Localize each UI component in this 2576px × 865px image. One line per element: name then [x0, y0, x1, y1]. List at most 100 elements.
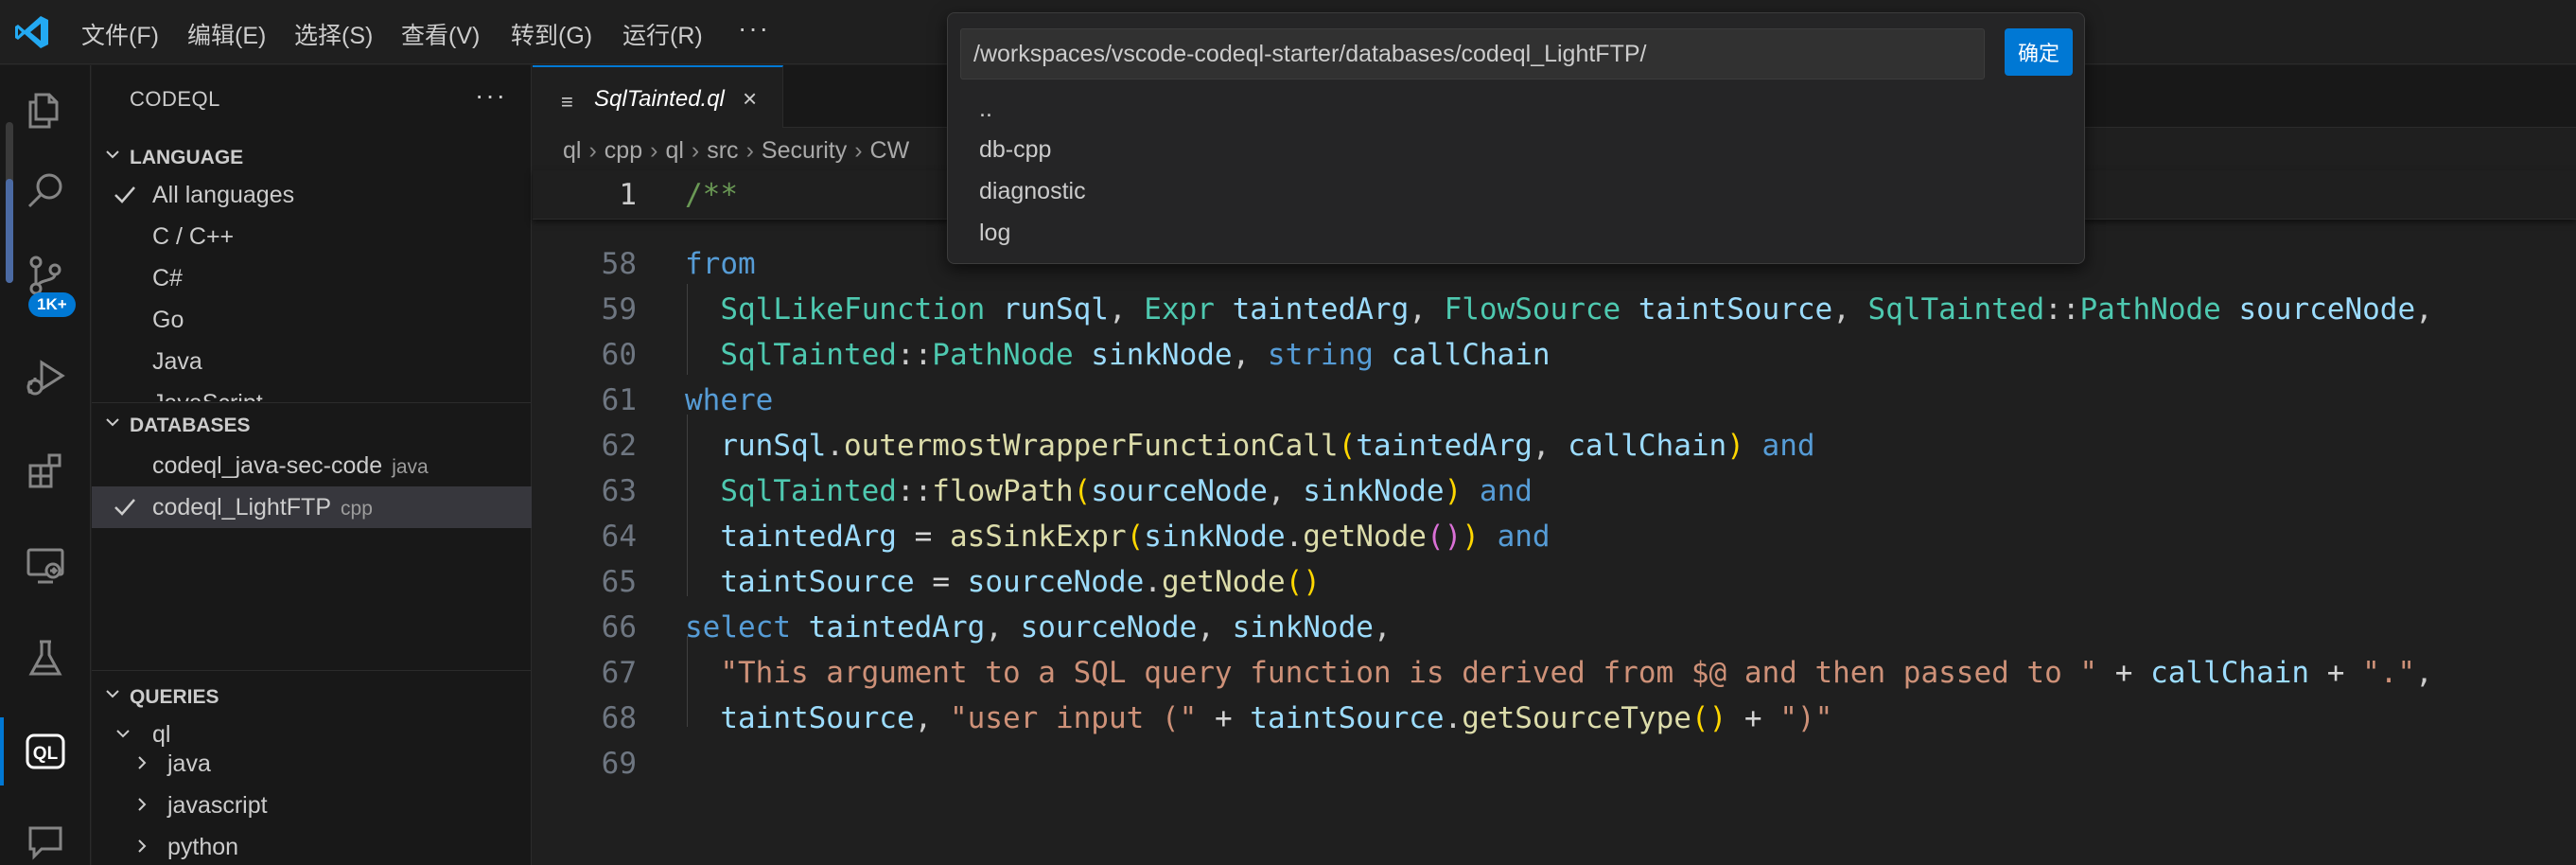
breadcrumb-item[interactable]: cpp: [605, 137, 642, 164]
query-folder-python[interactable]: python: [92, 826, 532, 865]
breadcrumb: ql › cpp › ql › src › Security › CW: [563, 137, 909, 165]
chevron-right-icon: [138, 798, 147, 811]
testing-icon[interactable]: [0, 621, 91, 697]
extensions-icon[interactable]: [0, 433, 91, 509]
menu-file[interactable]: 文件(F): [81, 17, 159, 51]
menu-view[interactable]: 查看(V): [401, 17, 480, 51]
vscode-logo-icon[interactable]: [13, 13, 51, 51]
language-item-label: Go: [152, 307, 184, 333]
search-icon[interactable]: [0, 152, 91, 228]
language-item-label: C / C++: [152, 223, 235, 250]
code-editor[interactable]: 1 /** 58 from 59 SqlLikeFunction runSql,…: [533, 170, 2576, 865]
line-number: 58: [601, 247, 637, 281]
breadcrumb-item[interactable]: Security: [762, 137, 847, 164]
svg-text:QL: QL: [33, 744, 59, 764]
line-number: 60: [601, 338, 637, 372]
line-number: 1: [619, 178, 637, 212]
menu-edit[interactable]: 编辑(E): [187, 17, 266, 51]
check-icon: [114, 186, 135, 203]
language-item-label: Java: [152, 348, 202, 375]
line-number: 65: [601, 565, 637, 599]
database-item-lightftp[interactable]: codeql_LightFTP cpp: [92, 486, 532, 528]
query-folder-label: javascript: [167, 792, 268, 819]
menu-selection[interactable]: 选择(S): [294, 17, 373, 51]
chevron-down-icon: [116, 730, 130, 738]
quick-pick-item-diagnostic[interactable]: diagnostic: [979, 178, 1086, 205]
run-debug-icon[interactable]: [0, 340, 91, 415]
source-control-badge: 1K+: [28, 292, 76, 317]
code-line: taintSource = sourceNode.getNode(): [720, 565, 1321, 599]
line-number: 63: [601, 474, 637, 508]
menu-more-button[interactable]: ···: [738, 13, 770, 44]
databases-section-label: DATABASES: [130, 415, 251, 436]
language-item-csharp[interactable]: C#: [92, 257, 532, 299]
line-number: 62: [601, 429, 637, 463]
database-item-label: codeql_LightFTP cpp: [152, 494, 373, 521]
code-line: "This argument to a SQL query function i…: [720, 656, 2433, 690]
code-line: runSql.outermostWrapperFunctionCall(tain…: [720, 429, 1815, 463]
language-section-label: LANGUAGE: [130, 147, 244, 168]
line-number: 61: [601, 383, 637, 417]
code-line: where: [685, 383, 774, 417]
query-folder-javascript[interactable]: javascript: [92, 785, 532, 826]
queries-section-header[interactable]: QUERIES: [92, 670, 532, 712]
breadcrumb-item[interactable]: ql: [563, 137, 581, 164]
line-number: 64: [601, 520, 637, 554]
file-lines-icon: ≡: [561, 90, 573, 114]
query-folder-label: python: [167, 834, 239, 860]
code-line: select taintedArg, sourceNode, sinkNode,: [685, 610, 1392, 644]
language-item-java[interactable]: Java: [92, 341, 532, 382]
code-line: taintedArg = asSinkExpr(sinkNode.getNode…: [720, 520, 1551, 554]
code-line: /**: [685, 178, 738, 212]
language-item-cpp[interactable]: C / C++: [92, 216, 532, 257]
check-icon: [114, 499, 135, 516]
path-input[interactable]: /workspaces/vscode-codeql-starter/databa…: [960, 28, 1985, 79]
chevron-right-icon: [138, 839, 147, 853]
database-item-label: codeql_java-sec-code java: [152, 452, 429, 479]
quick-pick-item-db-cpp[interactable]: db-cpp: [979, 136, 1051, 164]
chat-icon[interactable]: [0, 803, 91, 865]
chevron-right-icon: ›: [588, 137, 597, 164]
line-number: 59: [601, 292, 637, 327]
language-item-label: All languages: [152, 182, 295, 208]
breadcrumb-item[interactable]: ql: [665, 137, 683, 164]
query-folder-java[interactable]: java: [92, 743, 532, 785]
activity-bar: 1K+ QL: [0, 65, 91, 865]
quick-pick-item-parent[interactable]: ..: [979, 96, 992, 123]
query-folder-label: java: [167, 750, 211, 777]
language-item-all[interactable]: All languages: [92, 174, 532, 216]
tab-sqltainted[interactable]: ≡ SqlTainted.ql ×: [533, 65, 783, 128]
queries-section-label: QUERIES: [130, 686, 219, 708]
tab-label: SqlTainted.ql: [594, 86, 725, 112]
close-icon[interactable]: ×: [743, 84, 757, 114]
menu-run[interactable]: 运行(R): [622, 17, 703, 51]
chevron-right-icon: ›: [854, 137, 863, 164]
language-item-go[interactable]: Go: [92, 299, 532, 341]
codeql-icon[interactable]: QL: [0, 714, 91, 789]
code-line: SqlTainted::flowPath(sourceNode, sinkNod…: [720, 474, 1533, 508]
quick-pick-item-log[interactable]: log: [979, 220, 1010, 247]
breadcrumb-item[interactable]: src: [707, 137, 738, 164]
chevron-right-icon: ›: [691, 137, 700, 164]
menu-go[interactable]: 转到(G): [511, 17, 592, 51]
chevron-right-icon: ›: [650, 137, 658, 164]
database-item-java-sec-code[interactable]: codeql_java-sec-code java: [92, 445, 532, 486]
explorer-icon[interactable]: [0, 72, 91, 148]
chevron-down-icon: [106, 418, 119, 427]
ok-button[interactable]: 确定: [2005, 28, 2073, 76]
code-line: taintSource, "user input (" + taintSourc…: [720, 701, 1833, 735]
code-line: SqlTainted::PathNode sinkNode, string ca…: [720, 338, 1551, 372]
line-number: 67: [601, 656, 637, 690]
databases-section-header[interactable]: DATABASES: [92, 402, 532, 444]
remote-explorer-icon[interactable]: [0, 527, 91, 603]
chevron-right-icon: [138, 756, 147, 769]
sidebar-more-button[interactable]: ···: [475, 80, 507, 111]
folder-quick-pick: /workspaces/vscode-codeql-starter/databa…: [947, 12, 2085, 264]
codeql-sidebar: CODEQL ··· LANGUAGE All languages C / C+…: [92, 65, 532, 865]
language-item-label: C#: [152, 265, 183, 291]
chevron-right-icon: ›: [745, 137, 754, 164]
language-item-javascript[interactable]: JavaScript: [92, 382, 532, 401]
breadcrumb-item[interactable]: CW: [870, 137, 910, 164]
language-section-header[interactable]: LANGUAGE: [92, 135, 532, 177]
sidebar-title: CODEQL: [130, 87, 220, 111]
